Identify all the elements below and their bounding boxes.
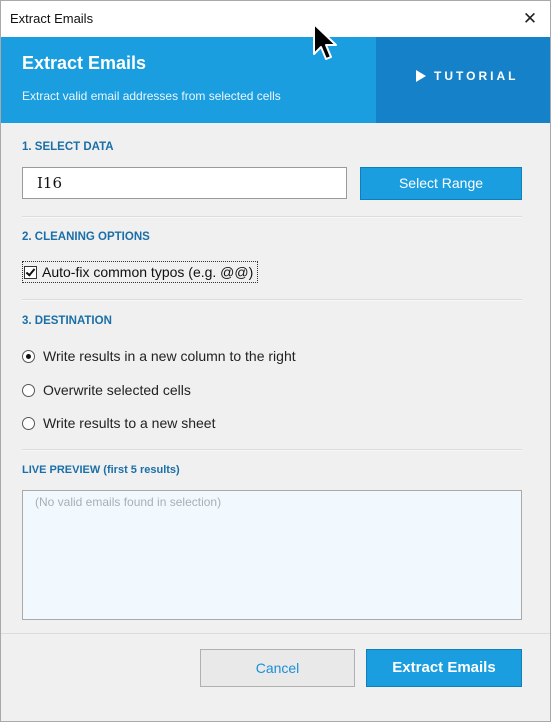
divider (22, 449, 522, 451)
destination-label: 3. DESTINATION (22, 315, 112, 327)
autofix-checkbox[interactable] (24, 265, 37, 279)
preview-placeholder: (No valid emails found in selection) (35, 495, 222, 509)
autofix-checkbox-row[interactable]: Auto-fix common typos (e.g. @@) (22, 261, 259, 283)
divider (22, 216, 522, 218)
window-title: Extract Emails (10, 11, 94, 26)
play-icon (416, 70, 426, 82)
radio-label: Write results in a new column to the rig… (43, 348, 296, 364)
radio-selected-dot (26, 353, 31, 359)
title-bar: Extract Emails ✕ (1, 1, 550, 37)
mouse-cursor-icon (313, 23, 337, 60)
footer-divider (1, 633, 550, 634)
checkmark-icon (25, 265, 36, 277)
banner-subheading: Extract valid email addresses from selec… (22, 89, 281, 103)
range-input[interactable]: I16 (22, 167, 347, 199)
radio-button[interactable] (22, 383, 35, 397)
extract-emails-dialog: Extract Emails ✕ Extract Emails Extract … (0, 0, 551, 722)
cancel-button[interactable]: Cancel (200, 649, 355, 687)
select-data-label: 1. SELECT DATA (22, 141, 114, 153)
radio-new-sheet[interactable]: Write results to a new sheet (22, 414, 215, 432)
extract-emails-button[interactable]: Extract Emails (366, 649, 522, 687)
header-banner: Extract Emails Extract valid email addre… (1, 37, 550, 123)
radio-label: Overwrite selected cells (43, 382, 191, 398)
radio-label: Write results to a new sheet (43, 415, 216, 431)
banner-heading: Extract Emails (22, 53, 147, 73)
tutorial-button[interactable]: TUTORIAL (376, 37, 550, 123)
tutorial-link[interactable]: TUTORIAL (416, 69, 518, 83)
cleaning-options-label: 2. CLEANING OPTIONS (22, 231, 150, 243)
live-preview-label: LIVE PREVIEW (first 5 results) (22, 464, 180, 476)
radio-button[interactable] (22, 416, 35, 430)
radio-button[interactable] (22, 349, 35, 363)
select-range-button[interactable]: Select Range (360, 167, 522, 200)
autofix-label: Auto-fix common typos (e.g. @@) (42, 264, 254, 280)
close-icon[interactable]: ✕ (510, 1, 550, 37)
radio-overwrite[interactable]: Overwrite selected cells (22, 381, 191, 399)
radio-new-column[interactable]: Write results in a new column to the rig… (22, 347, 296, 365)
live-preview-box[interactable]: (No valid emails found in selection) (22, 490, 522, 620)
tutorial-label: TUTORIAL (434, 69, 519, 83)
divider (22, 299, 522, 301)
